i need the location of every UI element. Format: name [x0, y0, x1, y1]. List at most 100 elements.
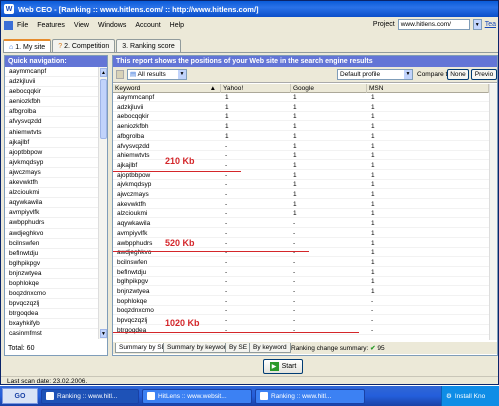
- menu-features[interactable]: Features: [37, 22, 65, 29]
- list-item[interactable]: awdjeghkvo: [5, 229, 99, 239]
- table-row[interactable]: bnjnzwtyea - - 1: [113, 287, 497, 296]
- scroll-thumb[interactable]: [100, 79, 107, 139]
- list-item[interactable]: ajvkmqdsyp: [5, 158, 99, 168]
- col-msn[interactable]: MSN: [367, 84, 489, 93]
- list-item[interactable]: btrgoqdea: [5, 309, 99, 320]
- cell-msn: 1: [371, 94, 375, 101]
- checkmark-icon: ✔: [370, 345, 376, 352]
- list-item[interactable]: aaymmcanpf: [5, 67, 99, 78]
- table-row[interactable]: afbgrolba 1 1 1: [113, 132, 497, 141]
- table-row[interactable]: akevwktfh - 1 1: [113, 200, 497, 209]
- help-link[interactable]: Tea: [485, 21, 496, 28]
- compare-none-button[interactable]: None: [447, 69, 469, 80]
- taskbar-item-ranking[interactable]: Ranking :: www.hitl...: [41, 388, 139, 404]
- tab-by-keyword[interactable]: By keyword: [249, 343, 291, 353]
- tab-my-site[interactable]: ⌂ 1. My site: [3, 39, 52, 53]
- scroll-down-icon[interactable]: ▼: [100, 329, 107, 338]
- list-item[interactable]: awbpphudrs: [5, 218, 99, 229]
- cell-msn: -: [371, 317, 374, 325]
- list-item[interactable]: ajoptbbpow: [5, 148, 99, 158]
- taskbar-item-hitlens[interactable]: HitLens :: www.websit...: [142, 388, 252, 404]
- go-button[interactable]: GO: [2, 388, 38, 404]
- annotation-210kb: 210 Kb: [165, 156, 195, 166]
- report-toolbar: ▤ All results ▼ Default profile ▼ Compar…: [113, 67, 497, 83]
- chevron-down-icon[interactable]: ▼: [472, 19, 482, 30]
- table-row[interactable]: ajwczmays - 1 1: [113, 190, 497, 199]
- table-scrollbar[interactable]: [489, 84, 497, 340]
- list-item[interactable]: ahiemwtvts: [5, 128, 99, 138]
- compare-previous-button[interactable]: Previo: [471, 69, 497, 80]
- cell-keyword: boqzdnxcmo: [117, 307, 154, 315]
- table-row[interactable]: aebocqqkir 1 1 1: [113, 112, 497, 122]
- report-view-tabs: Summary by SE Summary by keyword By SE B…: [113, 342, 497, 354]
- col-google[interactable]: Google: [291, 84, 367, 93]
- list-item[interactable]: aqywkawila: [5, 198, 99, 209]
- list-item[interactable]: bxayhkifyb: [5, 319, 99, 330]
- list-item[interactable]: bcilnswfen: [5, 239, 99, 249]
- table-row[interactable]: avmpiyvlfk - - 1: [113, 229, 497, 238]
- scroll-up-icon[interactable]: ▲: [100, 68, 107, 77]
- results-filter-select[interactable]: ▤ All results ▼: [127, 69, 187, 80]
- list-item[interactable]: bpvqczqzlj: [5, 299, 99, 310]
- sort-asc-icon: ▲: [209, 85, 216, 92]
- list-item[interactable]: bnjnzwtyea: [5, 269, 99, 279]
- table-row[interactable]: bophlokqe - - -: [113, 297, 497, 306]
- taskbar-item-ranking-2[interactable]: Ranking :: www.hitl...: [255, 388, 365, 404]
- cell-yahoo: -: [225, 229, 228, 237]
- list-item[interactable]: adzkjluvii: [5, 77, 99, 88]
- grid-icon[interactable]: [116, 70, 124, 79]
- start-label: Start: [281, 363, 297, 370]
- list-item[interactable]: afvysvqzdd: [5, 117, 99, 128]
- table-row[interactable]: aqywkawila - - 1: [113, 219, 497, 229]
- list-item[interactable]: casinmfmst: [5, 329, 99, 339]
- list-item[interactable]: ajkajlbf: [5, 138, 99, 148]
- taskbar-label: Ranking :: www.hitl...: [271, 392, 332, 400]
- table-row[interactable]: bglhpikpgv - - 1: [113, 277, 497, 287]
- table-row[interactable]: aaymmcanpf 1 1 1: [113, 93, 497, 102]
- profile-select[interactable]: Default profile ▼: [337, 69, 413, 80]
- table-row[interactable]: aeniozkfbh 1 1 1: [113, 122, 497, 132]
- tab-by-se[interactable]: By SE: [225, 343, 252, 353]
- start-button[interactable]: ▶ Start: [263, 359, 303, 374]
- tray-label[interactable]: Install Kno: [455, 393, 485, 400]
- play-icon: ▶: [269, 362, 279, 371]
- table-row[interactable]: adzkjluvii 1 1 1: [113, 103, 497, 112]
- table-row[interactable]: beflnwtdju - - 1: [113, 268, 497, 277]
- cell-google: -: [293, 288, 296, 295]
- list-item[interactable]: alzcioukmi: [5, 188, 99, 199]
- tab-summary-by-keyword[interactable]: Summary by keyword: [163, 343, 234, 353]
- list-item[interactable]: avmpiyvlfk: [5, 208, 99, 219]
- list-item[interactable]: aebocqqkir: [5, 87, 99, 98]
- col-keyword[interactable]: Keyword ▲: [113, 84, 221, 93]
- list-item[interactable]: afbgrolba: [5, 107, 99, 118]
- list-item[interactable]: beflnwtdju: [5, 249, 99, 259]
- cell-google: 1: [293, 103, 297, 111]
- list-item[interactable]: boqzdnxcmo: [5, 289, 99, 300]
- list-item[interactable]: bglhpikpgv: [5, 259, 99, 269]
- menu-windows[interactable]: Windows: [98, 22, 126, 29]
- col-yahoo[interactable]: Yahoo!: [221, 84, 291, 93]
- tab-competition[interactable]: ? 2. Competition: [52, 39, 116, 52]
- table-row[interactable]: ajvkmqdsyp - 1 1: [113, 180, 497, 190]
- tab-summary-by-se[interactable]: Summary by SE: [115, 343, 170, 353]
- table-row[interactable]: alzcioukmi - 1 1: [113, 209, 497, 219]
- table-row[interactable]: boqzdnxcmo - - -: [113, 306, 497, 316]
- status-bar: Last scan date: 23.02.2006.: [1, 376, 498, 384]
- cell-keyword: alzcioukmi: [117, 210, 148, 218]
- list-item[interactable]: akevwktfh: [5, 178, 99, 189]
- table-row[interactable]: afvysvqzdd - 1 1: [113, 142, 497, 151]
- menu-help[interactable]: Help: [170, 22, 184, 29]
- menu-file[interactable]: File: [17, 22, 28, 29]
- list-item[interactable]: bophlokqe: [5, 279, 99, 290]
- tab-ranking-score[interactable]: 3. Ranking score: [116, 39, 181, 52]
- list-item[interactable]: aeniozkfbh: [5, 97, 99, 108]
- keyword-nav-list: aaymmcanpf adzkjluvii aebocqqkir aeniozkfbh…: [5, 67, 99, 339]
- table-row[interactable]: awdjeghkvo - - 1: [113, 248, 497, 258]
- vertical-scrollbar[interactable]: ▲ ▼: [98, 67, 107, 339]
- home-icon: ⌂: [9, 43, 14, 51]
- list-item[interactable]: ajwczmays: [5, 168, 99, 179]
- table-row[interactable]: bcilnswfen - - 1: [113, 258, 497, 267]
- menu-account[interactable]: Account: [135, 22, 160, 29]
- menu-view[interactable]: View: [74, 22, 89, 29]
- project-dropdown[interactable]: www.hitlens.com/: [397, 19, 470, 30]
